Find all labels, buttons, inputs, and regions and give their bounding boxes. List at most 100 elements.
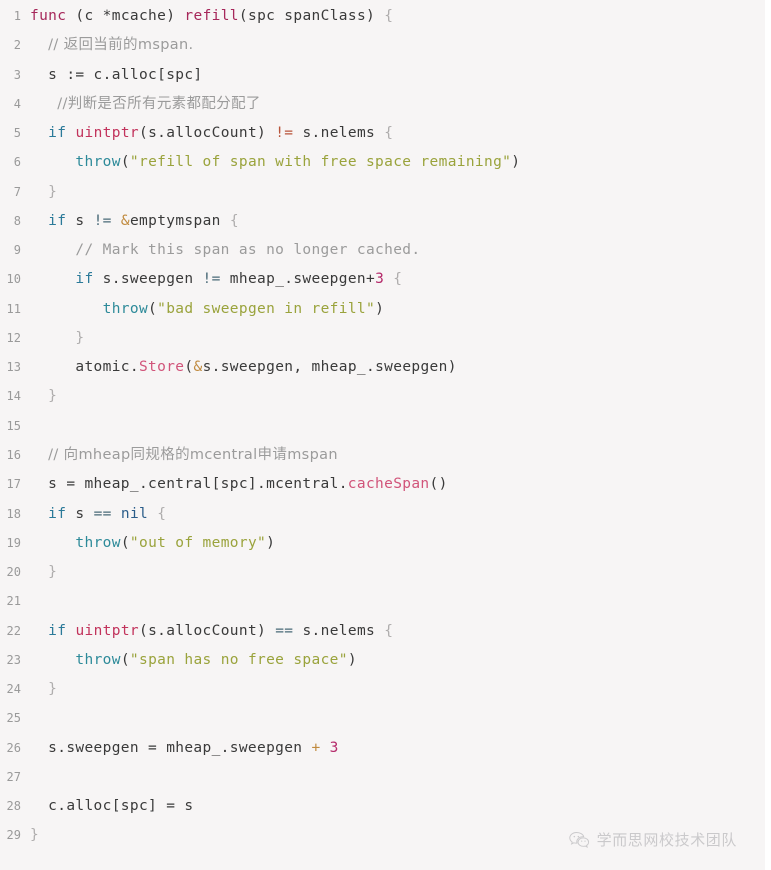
line-content: } [30,382,765,411]
code-token: if [48,622,67,639]
code-token: // Mark this span as no longer cached. [75,242,421,259]
code-line: 15 [0,412,765,441]
code-token: 3 [375,271,385,288]
code-token: if [75,271,94,288]
code-token: throw [75,154,121,171]
code-token: } [75,329,85,346]
wechat-icon [568,831,590,849]
code-token: + [311,739,321,756]
line-content: s := c.alloc[spc] [30,61,765,90]
line-number: 15 [6,418,21,433]
code-token: uintptr [75,622,139,639]
code-token: == [275,622,294,639]
code-token: s.sweepgen [93,271,203,288]
code-token: ( [120,534,130,551]
line-content: throw("refill of span with free space re… [30,148,765,177]
code-token: s = mheap_.central[spc].mcentral. [30,476,348,493]
line-content: func (c *mcache) refill(spc spanClass) { [30,2,765,31]
code-token: if [48,505,67,522]
code-token: != [275,125,294,142]
code-token: throw [75,534,121,551]
code-token: & [193,359,203,376]
code-line: 26 s.sweepgen = mheap_.sweepgen + 3 [0,734,765,763]
code-token: ( [238,8,248,24]
code-token: c.alloc[spc] = s [30,798,194,815]
line-content: } [30,178,765,207]
line-number: 16 [6,447,21,462]
code-token: throw [75,651,121,668]
code-token: ( [120,154,130,171]
line-content: if uintptr(s.allocCount) != s.nelems { [30,119,765,148]
code-token: { [384,8,394,24]
code-token: } [48,183,58,200]
line-content: } [30,558,765,587]
line-content: // Mark this span as no longer cached. [30,236,765,265]
code-token: != [93,212,112,229]
code-line: 24 } [0,675,765,704]
line-number: 19 [6,535,21,550]
code-token: } [48,564,58,581]
code-line: 17 s = mheap_.central[spc].mcentral.cach… [0,470,765,499]
code-token: if [48,125,67,142]
line-number: 8 [13,213,21,228]
code-line: 14 } [0,382,765,411]
line-number: 21 [6,594,21,609]
code-line: 23 throw("span has no free space") [0,646,765,675]
line-number: 1 [13,9,21,23]
code-token: } [30,827,40,844]
code-line: 5 if uintptr(s.allocCount) != s.nelems { [0,119,765,148]
code-line: 27 [0,763,765,792]
line-content: // 向mheap同规格的mcentral申请mspan [30,441,765,470]
code-token: "refill of span with free space remainin… [129,154,512,171]
line-number: 11 [6,301,21,316]
line-content: throw("out of memory") [30,529,765,558]
line-number: 23 [6,652,21,667]
line-content: throw("bad sweepgen in refill") [30,295,765,324]
code-token: ( [148,300,158,317]
line-number: 14 [6,389,21,404]
code-line: 6 throw("refill of span with free space … [0,148,765,177]
code-token: Store [138,359,185,376]
line-number: 4 [13,96,21,111]
code-token: s [66,505,94,522]
line-number: 13 [6,360,21,375]
line-number: 22 [6,623,21,638]
code-line: 22 if uintptr(s.allocCount) == s.nelems … [0,617,765,646]
code-token: (s.allocCount) [139,125,267,142]
line-number: 3 [13,67,21,82]
code-token: (c *mcache) [75,8,176,24]
code-line: 13 atomic.Store(&s.sweepgen, mheap_.swee… [0,353,765,382]
line-content: s.sweepgen = mheap_.sweepgen + 3 [30,734,765,763]
code-token: == [93,505,112,522]
line-number: 6 [13,155,21,170]
line-number: 28 [6,799,21,814]
line-content: //判断是否所有元素都配分配了 [30,90,765,119]
code-token: throw [102,300,149,317]
line-number: 2 [13,38,21,53]
code-line: 16 // 向mheap同规格的mcentral申请mspan [0,441,765,470]
code-line: 20 } [0,558,765,587]
code-token: + [366,271,376,288]
line-number: 27 [6,769,21,784]
line-number: 17 [6,477,21,492]
code-token: () [429,476,448,493]
line-content: } [30,675,765,704]
code-line: 21 [0,587,765,616]
line-content: atomic.Store(&s.sweepgen, mheap_.sweepge… [30,353,765,382]
code-token: s [66,212,94,229]
code-token: { [157,505,167,522]
line-number: 29 [6,828,21,843]
code-line: 8 if s != &emptymspan { [0,207,765,236]
code-token: //判断是否所有元素都配分配了 [57,95,261,112]
